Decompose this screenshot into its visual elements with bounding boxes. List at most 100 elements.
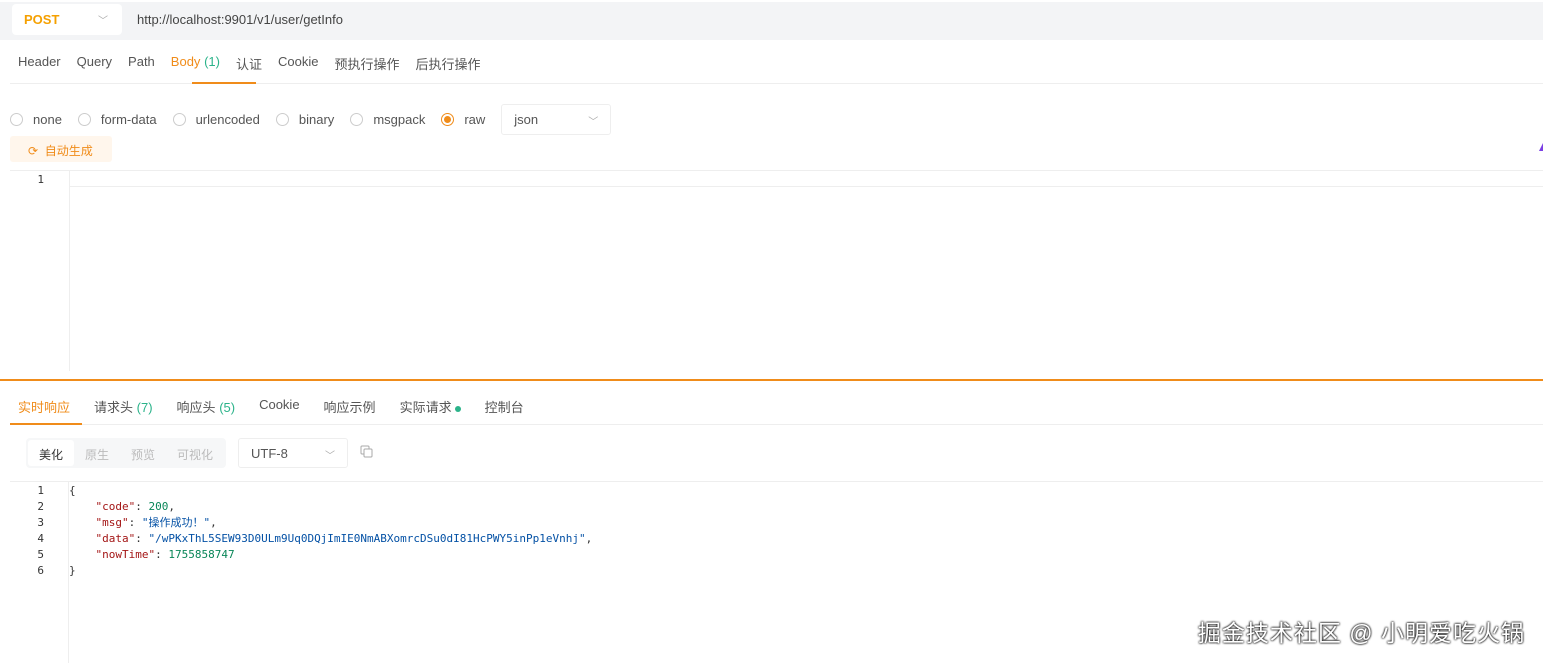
radio-form-data[interactable]: form-data: [77, 112, 157, 127]
panel-resize-handle[interactable]: [0, 379, 1543, 381]
method-select[interactable]: POST ﹀: [12, 4, 122, 35]
code-line: "code": 200,: [69, 499, 176, 515]
view-mode-1[interactable]: 原生: [74, 440, 120, 466]
code-line: "msg": "操作成功！",: [69, 515, 217, 531]
tab-3[interactable]: Body (1): [171, 54, 220, 73]
tab-4[interactable]: 认证: [236, 54, 262, 73]
encoding-select[interactable]: UTF-8 ﹀: [238, 438, 348, 468]
token: :: [128, 516, 142, 529]
chevron-down-icon: ﹀: [588, 117, 599, 128]
tab-label: Path: [128, 54, 155, 69]
radio-binary[interactable]: binary: [275, 112, 335, 127]
body-type-radios: none form-data urlencoded binary msgpack raw j…: [10, 104, 612, 135]
token: "操作成功！": [141, 516, 211, 529]
auto-generate-label: 自动生成: [44, 144, 93, 158]
radio-circle[interactable]: [77, 113, 91, 126]
chevron-down-icon: ﹀: [98, 16, 108, 27]
tab-label: 响应头: [176, 400, 216, 415]
tab-count: (5): [219, 400, 236, 415]
divider: [10, 424, 1543, 425]
tab-label: 预执行操作: [334, 57, 400, 72]
view-mode-0[interactable]: 美化: [28, 440, 74, 466]
raw-format-select[interactable]: json ﹀: [501, 104, 612, 135]
radio-label: msgpack: [373, 112, 426, 127]
line-number: 5: [37, 548, 44, 561]
radio-label: binary: [298, 112, 335, 127]
watermark: 掘金技术社区 @ 小明爱吃火锅: [1197, 620, 1525, 646]
tab-label: Header: [18, 54, 61, 69]
tab-label: 请求头: [94, 400, 134, 415]
auto-generate-button[interactable]: ⟳ 自动生成: [10, 136, 112, 162]
code-line: "nowTime": 1755858747: [69, 547, 235, 563]
tab-count: (7): [136, 400, 153, 415]
code-line: "data": "/wPKxThL5SEW93D0ULm9Uq0DQjImIE0…: [69, 531, 593, 547]
active-line: [70, 171, 1543, 187]
response-tab-6[interactable]: 控制台: [485, 397, 524, 416]
active-tab-underline: [192, 82, 256, 84]
token: "msg": [95, 516, 129, 529]
radio-label: urlencoded: [195, 112, 260, 127]
radio-circle[interactable]: [10, 113, 23, 126]
response-tabs: 实时响应 请求头 (7) 响应头 (5) Cookie 响应示例 实际请求 控制台: [18, 397, 548, 416]
line-number: 6: [37, 564, 44, 577]
copy-icon[interactable]: [360, 445, 374, 459]
token: :: [135, 532, 149, 545]
radio-raw[interactable]: raw: [441, 112, 485, 127]
tab-1[interactable]: Query: [77, 54, 112, 73]
response-tab-4[interactable]: 响应示例: [324, 397, 376, 416]
tab-label: Cookie: [259, 397, 300, 412]
response-tab-3[interactable]: Cookie: [259, 397, 299, 416]
line-number: 2: [37, 500, 44, 513]
tab-2[interactable]: Path: [128, 54, 155, 73]
radio-circle[interactable]: [275, 113, 289, 126]
radio-circle[interactable]: [441, 113, 455, 126]
token: }: [69, 564, 76, 577]
active-tab-underline: [10, 423, 82, 425]
encoding-label: UTF-8: [251, 446, 288, 461]
radio-none[interactable]: none: [10, 112, 62, 127]
response-tab-5[interactable]: 实际请求: [400, 397, 461, 416]
tab-label: 实际请求: [399, 400, 452, 415]
tab-label: 控制台: [484, 400, 524, 415]
line-number: 3: [37, 516, 44, 529]
radio-circle[interactable]: [172, 113, 186, 126]
tab-label: Body: [170, 54, 201, 69]
editor-gutter: 1: [10, 171, 70, 371]
tab-count: (1): [204, 54, 220, 69]
token: ,: [585, 532, 593, 545]
token: ,: [168, 500, 175, 513]
tab-0[interactable]: Header: [18, 54, 61, 73]
tab-label: Cookie: [277, 54, 319, 69]
tab-5[interactable]: Cookie: [278, 54, 318, 73]
corner-marker-icon: [1539, 143, 1543, 151]
view-mode-2[interactable]: 预览: [120, 440, 166, 466]
token: 200: [148, 500, 169, 513]
token: "data": [95, 532, 136, 545]
token: "nowTime": [95, 548, 156, 561]
line-number: 1: [37, 484, 44, 497]
response-tab-0[interactable]: 实时响应: [18, 397, 70, 416]
body-editor[interactable]: 1: [10, 170, 1543, 371]
tab-label: Query: [76, 54, 113, 69]
url-input[interactable]: http://localhost:9901/v1/user/getInfo: [137, 12, 343, 27]
response-tab-1[interactable]: 请求头 (7): [94, 397, 153, 416]
token: 1755858747: [168, 548, 235, 561]
view-mode-3[interactable]: 可视化: [166, 440, 224, 466]
tab-label: 实时响应: [18, 400, 71, 415]
token: "/wPKxThL5SEW93D0ULm9Uq0DQjImIE0NmABXomr…: [148, 532, 586, 545]
tab-6[interactable]: 预执行操作: [334, 54, 399, 73]
radio-urlencoded[interactable]: urlencoded: [172, 112, 260, 127]
tab-7[interactable]: 后执行操作: [415, 54, 480, 73]
tab-label: 后执行操作: [415, 57, 481, 72]
method-label: POST: [24, 12, 60, 27]
radio-circle[interactable]: [350, 113, 364, 126]
request-tabs: Header Query Path Body (1) 认证 Cookie 预执行操作 后执行操…: [18, 54, 496, 73]
response-tab-2[interactable]: 响应头 (5): [177, 397, 236, 416]
radio-label: none: [33, 112, 62, 127]
radio-label: form-data: [100, 112, 157, 127]
tab-label: 响应示例: [323, 400, 376, 415]
radio-msgpack[interactable]: msgpack: [350, 112, 425, 127]
